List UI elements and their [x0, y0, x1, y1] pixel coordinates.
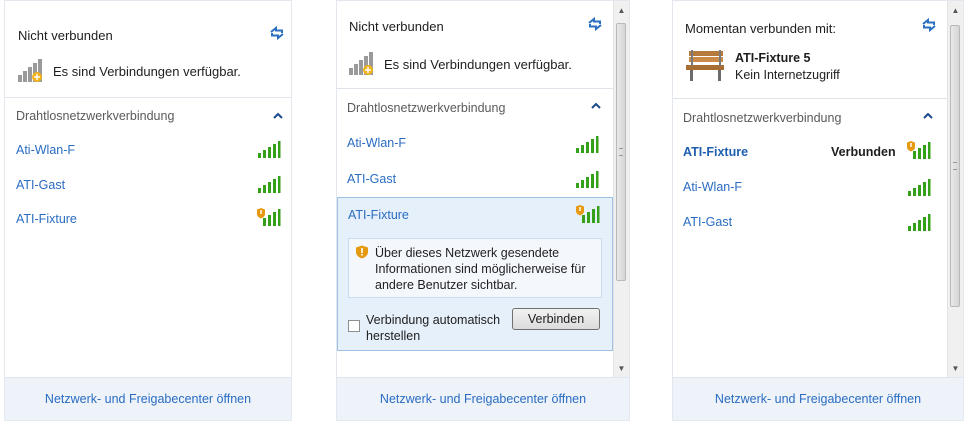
signal-strength-icon [908, 179, 931, 196]
refresh-icon[interactable] [919, 15, 939, 35]
auto-connect-label[interactable]: Verbindung automatisch herstellen [366, 312, 516, 344]
availability-status: Es sind Verbindungen verfügbar. [17, 58, 241, 84]
network-item-ati-gast[interactable]: ATI-Gast [683, 215, 732, 229]
scroll-down-arrow-icon[interactable]: ▼ [614, 361, 629, 376]
signal-strength-unsecured-icon [257, 208, 281, 226]
scrollbar[interactable]: ▲ ▼ [947, 1, 963, 378]
section-label: Drahtlosnetzwerkverbindung [16, 109, 175, 123]
network-item-ati-fixture[interactable]: ATI-Fixture [683, 145, 748, 159]
network-item-ati-wlan-f[interactable]: Ati-Wlan-F [16, 143, 75, 157]
signal-strength-icon [908, 214, 931, 231]
scroll-grip [619, 148, 623, 156]
security-warning-text: Über dieses Netzwerk gesendete Informati… [375, 246, 586, 292]
signal-strength-icon [258, 176, 281, 193]
network-item-ati-fixture[interactable]: ATI-Fixture [348, 208, 409, 222]
network-item-ati-wlan-f[interactable]: Ati-Wlan-F [347, 136, 406, 150]
availability-text: Es sind Verbindungen verfügbar. [384, 56, 572, 72]
signal-strength-icon [576, 171, 599, 188]
chevron-up-icon[interactable] [271, 109, 285, 123]
network-item-ati-fixture[interactable]: ATI-Fixture [16, 212, 77, 226]
separator [337, 88, 613, 89]
chevron-up-icon[interactable] [921, 109, 935, 123]
separator [673, 98, 947, 99]
network-sharing-center-link[interactable]: Netzwerk- und Freigabecenter öffnen [5, 377, 291, 420]
scroll-up-arrow-icon[interactable]: ▲ [948, 3, 963, 18]
connection-status-title: Momentan verbunden mit: [685, 21, 837, 36]
availability-status: Es sind Verbindungen verfügbar. [348, 51, 572, 77]
auto-connect-checkbox[interactable] [348, 320, 360, 332]
scroll-up-arrow-icon[interactable]: ▲ [614, 3, 629, 18]
network-item-ati-wlan-f[interactable]: Ati-Wlan-F [683, 180, 742, 194]
connected-network-status: Kein Internetzugriff [735, 68, 840, 82]
scrollbar[interactable]: ▲ ▼ [613, 1, 629, 378]
section-label: Drahtlosnetzwerkverbindung [347, 101, 506, 115]
network-connected-label: Verbunden [831, 145, 896, 159]
signal-strength-unsecured-icon [576, 205, 600, 223]
network-item-ati-gast[interactable]: ATI-Gast [16, 178, 65, 192]
connection-status-title: Nicht verbunden [18, 28, 113, 43]
availability-text: Es sind Verbindungen verfügbar. [53, 63, 241, 79]
signal-strength-icon [576, 136, 599, 153]
network-flyout-expanded: Nicht verbunden Es sind Verbindungen ver… [336, 0, 630, 421]
network-flyout-connected: Momentan verbunden mit: ATI-Fixture 5 Ke… [672, 0, 964, 421]
network-item-ati-gast[interactable]: ATI-Gast [347, 172, 396, 186]
scroll-down-arrow-icon[interactable]: ▼ [948, 361, 963, 376]
network-flyout-not-connected: Nicht verbunden Es sind Verbindungen ver… [4, 0, 292, 421]
refresh-icon[interactable] [267, 23, 287, 43]
connected-network-name: ATI-Fixture 5 [735, 51, 811, 65]
public-network-bench-icon [686, 50, 724, 81]
scroll-thumb[interactable] [616, 23, 626, 281]
security-warning-shield-icon [356, 245, 368, 259]
network-sharing-center-link[interactable]: Netzwerk- und Freigabecenter öffnen [337, 377, 629, 420]
network-item-ati-fixture-expanded[interactable]: ATI-Fixture Über dieses Netzwerk gesende… [337, 197, 613, 351]
network-status-icon [18, 59, 42, 82]
chevron-up-icon[interactable] [589, 99, 603, 113]
connection-status-title: Nicht verbunden [349, 19, 444, 34]
network-status-icon [349, 52, 373, 75]
connect-button[interactable]: Verbinden [512, 308, 600, 330]
scroll-grip [953, 162, 957, 170]
refresh-icon[interactable] [585, 14, 605, 34]
signal-strength-unsecured-icon [907, 141, 931, 159]
security-warning-box: Über dieses Netzwerk gesendete Informati… [348, 238, 602, 298]
signal-strength-icon [258, 141, 281, 158]
separator [5, 97, 291, 98]
scroll-thumb[interactable] [950, 25, 960, 307]
network-sharing-center-link[interactable]: Netzwerk- und Freigabecenter öffnen [673, 377, 963, 420]
section-label: Drahtlosnetzwerkverbindung [683, 111, 842, 125]
